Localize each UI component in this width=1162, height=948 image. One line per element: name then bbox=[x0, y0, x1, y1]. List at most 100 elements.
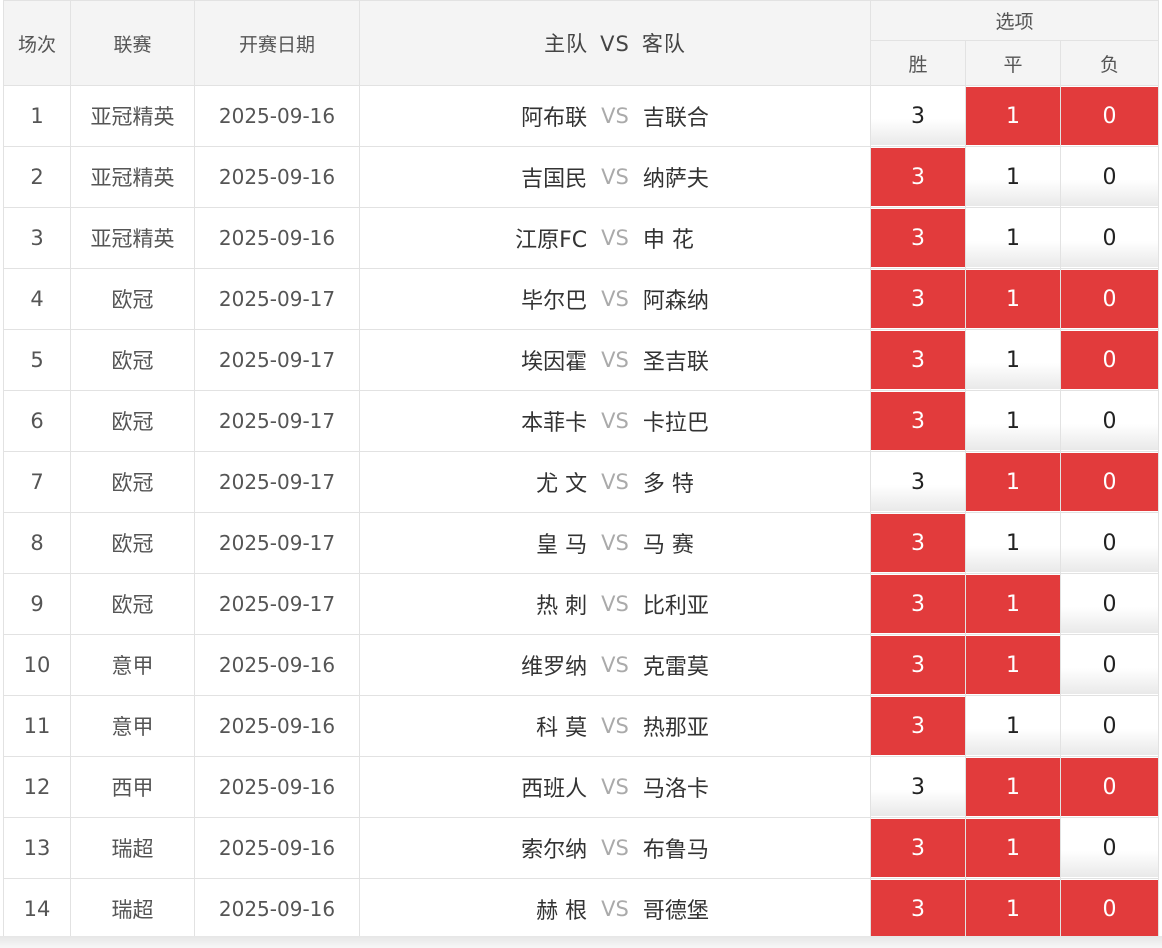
round-number: 7 bbox=[3, 451, 71, 513]
match-table: 场次 联赛 开赛日期 主队 VS 客队 选项 胜 平 负 1 亚冠精英 2025-09-… bbox=[3, 0, 1160, 940]
option-cell-draw: 1 bbox=[965, 207, 1061, 269]
table-row: 10 意甲 2025-09-16 维罗纳 VS 克雷莫 3 1 0 bbox=[3, 634, 1160, 696]
option-cell-win: 3 bbox=[870, 573, 966, 635]
header-league: 联赛 bbox=[70, 0, 195, 86]
option-draw-button[interactable]: 1 bbox=[966, 209, 1060, 267]
option-win-button[interactable]: 3 bbox=[871, 392, 965, 450]
option-draw-button[interactable]: 1 bbox=[966, 575, 1060, 633]
option-win-button[interactable]: 3 bbox=[871, 87, 965, 145]
option-cell-lose: 0 bbox=[1059, 756, 1160, 818]
option-cell-draw: 1 bbox=[965, 695, 1061, 757]
option-cell-draw: 1 bbox=[965, 756, 1061, 818]
option-cell-win: 3 bbox=[870, 634, 966, 696]
round-number: 5 bbox=[3, 329, 71, 391]
option-draw-button[interactable]: 1 bbox=[966, 148, 1060, 206]
option-win-button[interactable]: 3 bbox=[871, 575, 965, 633]
option-cell-win: 3 bbox=[870, 756, 966, 818]
option-lose-button[interactable]: 0 bbox=[1061, 697, 1159, 755]
option-win-button[interactable]: 3 bbox=[871, 636, 965, 694]
round-number: 9 bbox=[3, 573, 71, 635]
table-row: 13 瑞超 2025-09-16 索尔纳 VS 布鲁马 3 1 0 bbox=[3, 817, 1160, 879]
matchup-wrap: 皇 马 VS 马 赛 bbox=[360, 527, 870, 559]
round-number: 4 bbox=[3, 268, 71, 330]
vs-label: VS bbox=[601, 714, 629, 738]
match-date: 2025-09-16 bbox=[194, 756, 360, 818]
option-draw-button[interactable]: 1 bbox=[966, 270, 1060, 328]
league-name: 瑞超 bbox=[70, 817, 195, 879]
option-draw-button[interactable]: 1 bbox=[966, 514, 1060, 572]
option-draw-button[interactable]: 1 bbox=[966, 819, 1060, 877]
matchup: 江原FC VS 申 花 bbox=[359, 207, 871, 269]
option-win-button[interactable]: 3 bbox=[871, 453, 965, 511]
vs-label: VS bbox=[601, 348, 629, 372]
option-lose-button[interactable]: 0 bbox=[1061, 819, 1159, 877]
matchup-wrap: 赫 根 VS 哥德堡 bbox=[360, 893, 870, 925]
vs-label: VS bbox=[601, 775, 629, 799]
option-cell-lose: 0 bbox=[1059, 512, 1160, 574]
option-win-button[interactable]: 3 bbox=[871, 697, 965, 755]
table-row: 4 欧冠 2025-09-17 毕尔巴 VS 阿森纳 3 1 0 bbox=[3, 268, 1160, 330]
away-team: 马 赛 bbox=[642, 533, 694, 558]
away-team: 卡拉巴 bbox=[642, 411, 709, 436]
option-cell-win: 3 bbox=[870, 268, 966, 330]
round-number: 8 bbox=[3, 512, 71, 574]
option-cell-lose: 0 bbox=[1059, 146, 1160, 208]
option-cell-draw: 1 bbox=[965, 451, 1061, 513]
option-lose-button[interactable]: 0 bbox=[1061, 148, 1159, 206]
option-cell-lose: 0 bbox=[1059, 268, 1160, 330]
option-cell-draw: 1 bbox=[965, 634, 1061, 696]
option-lose-button[interactable]: 0 bbox=[1061, 392, 1159, 450]
option-lose-button[interactable]: 0 bbox=[1061, 453, 1159, 511]
option-draw-button[interactable]: 1 bbox=[966, 636, 1060, 694]
vs-label: VS bbox=[601, 287, 629, 311]
home-team: 维罗纳 bbox=[521, 655, 588, 680]
option-lose-button[interactable]: 0 bbox=[1061, 514, 1159, 572]
option-win-button[interactable]: 3 bbox=[871, 514, 965, 572]
round-number: 6 bbox=[3, 390, 71, 452]
option-win-button[interactable]: 3 bbox=[871, 209, 965, 267]
option-win-button[interactable]: 3 bbox=[871, 758, 965, 816]
matchup: 科 莫 VS 热那亚 bbox=[359, 695, 871, 757]
option-lose-button[interactable]: 0 bbox=[1061, 331, 1159, 389]
option-lose-button[interactable]: 0 bbox=[1061, 270, 1159, 328]
option-win-button[interactable]: 3 bbox=[871, 819, 965, 877]
match-date: 2025-09-17 bbox=[194, 573, 360, 635]
away-team: 克雷莫 bbox=[642, 655, 709, 680]
option-lose-button[interactable]: 0 bbox=[1061, 209, 1159, 267]
option-cell-draw: 1 bbox=[965, 390, 1061, 452]
option-draw-button[interactable]: 1 bbox=[966, 697, 1060, 755]
option-draw-button[interactable]: 1 bbox=[966, 331, 1060, 389]
option-lose-button[interactable]: 0 bbox=[1061, 636, 1159, 694]
matchup: 毕尔巴 VS 阿森纳 bbox=[359, 268, 871, 330]
matchup-wrap: 尤 文 VS 多 特 bbox=[360, 466, 870, 498]
option-win-button[interactable]: 3 bbox=[871, 331, 965, 389]
option-cell-win: 3 bbox=[870, 878, 966, 940]
option-draw-button[interactable]: 1 bbox=[966, 453, 1060, 511]
table-header: 场次 联赛 开赛日期 主队 VS 客队 选项 胜 平 负 bbox=[3, 0, 1160, 86]
header-away: 客队 bbox=[641, 32, 686, 56]
table-row: 9 欧冠 2025-09-17 热 刺 VS 比利亚 3 1 0 bbox=[3, 573, 1160, 635]
option-lose-button[interactable]: 0 bbox=[1061, 880, 1159, 938]
option-lose-button[interactable]: 0 bbox=[1061, 575, 1159, 633]
option-win-button[interactable]: 3 bbox=[871, 270, 965, 328]
option-lose-button[interactable]: 0 bbox=[1061, 87, 1159, 145]
matchup: 热 刺 VS 比利亚 bbox=[359, 573, 871, 635]
option-win-button[interactable]: 3 bbox=[871, 148, 965, 206]
option-draw-button[interactable]: 1 bbox=[966, 758, 1060, 816]
option-draw-button[interactable]: 1 bbox=[966, 392, 1060, 450]
option-win-button[interactable]: 3 bbox=[871, 880, 965, 938]
league-name: 欧冠 bbox=[70, 329, 195, 391]
header-home: 主队 bbox=[544, 32, 589, 56]
option-draw-button[interactable]: 1 bbox=[966, 87, 1060, 145]
match-date: 2025-09-17 bbox=[194, 390, 360, 452]
match-date: 2025-09-16 bbox=[194, 634, 360, 696]
option-cell-win: 3 bbox=[870, 817, 966, 879]
away-team: 哥德堡 bbox=[642, 899, 709, 924]
option-lose-button[interactable]: 0 bbox=[1061, 758, 1159, 816]
home-team: 热 刺 bbox=[536, 594, 588, 619]
home-team: 江原FC bbox=[515, 228, 588, 253]
option-cell-lose: 0 bbox=[1059, 85, 1160, 147]
option-cell-lose: 0 bbox=[1059, 207, 1160, 269]
vs-label: VS bbox=[601, 836, 629, 860]
option-draw-button[interactable]: 1 bbox=[966, 880, 1060, 938]
